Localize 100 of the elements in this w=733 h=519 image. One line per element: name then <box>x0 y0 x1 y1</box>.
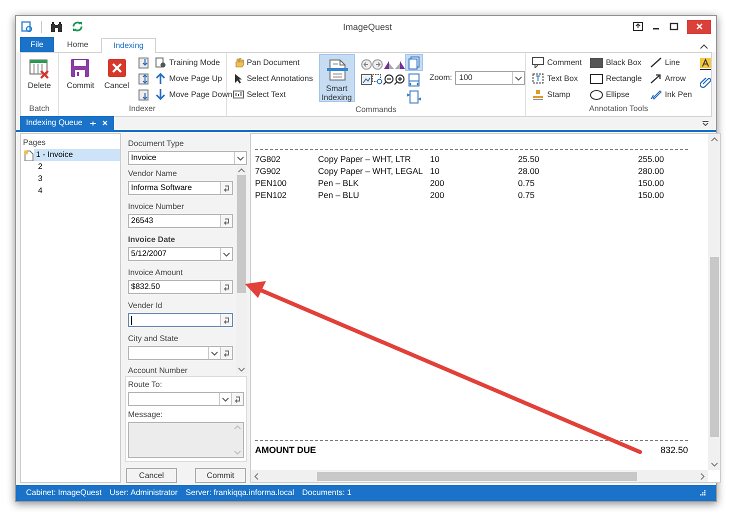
form-button[interactable]: Cancel <box>126 468 177 484</box>
document-text: 10 <box>430 165 440 178</box>
ribbon-button[interactable]: Rectangle <box>590 71 642 86</box>
reset-button[interactable] <box>220 347 232 360</box>
text-field[interactable]: $832.50 <box>128 280 233 294</box>
document-scan-icon <box>324 58 349 82</box>
chevron-up-icon[interactable] <box>238 168 245 174</box>
rotate-left-icon[interactable] <box>382 59 395 70</box>
text-field[interactable]: 26543 <box>128 214 233 228</box>
chevron-down-icon[interactable] <box>710 462 718 468</box>
chevron-down-icon <box>234 450 241 456</box>
document-text: 7G802 <box>255 153 282 166</box>
pointer-icon <box>232 73 244 84</box>
dropdown-field[interactable]: Invoice <box>128 151 247 166</box>
document-text: 200 <box>430 189 446 202</box>
ribbon-button[interactable]: Move Page Up <box>155 71 232 86</box>
ribbon-button[interactable]: Text Box <box>532 71 582 86</box>
chevron-up-icon[interactable] <box>710 137 718 142</box>
reset-button[interactable] <box>220 182 232 194</box>
ribbon-tab[interactable]: File <box>20 37 54 52</box>
ribbon-tab[interactable]: Indexing <box>101 38 156 54</box>
maximize-icon[interactable] <box>669 22 679 32</box>
vertical-scrollbar[interactable] <box>708 134 720 470</box>
status-text: Server: frankiqqa.informa.local <box>186 487 294 500</box>
rotate-right-icon[interactable] <box>394 59 406 70</box>
zoom-dropdown[interactable]: 100 <box>455 71 526 86</box>
dropdown-button[interactable] <box>220 248 232 260</box>
highlight-text-icon[interactable] <box>700 58 711 70</box>
reset-button[interactable] <box>220 314 232 326</box>
status-text: Documents: 1 <box>302 487 352 500</box>
ribbon-display-icon[interactable] <box>633 22 643 32</box>
page-item[interactable]: 2 <box>36 161 44 174</box>
rectangle-icon <box>590 74 603 84</box>
zoom-region-icon[interactable] <box>360 74 372 86</box>
dropdown-field[interactable]: 5/12/2007 <box>128 247 233 262</box>
document-text: 200 <box>430 177 446 190</box>
document-text: 0.75 <box>518 177 536 190</box>
ribbon-button[interactable]: Select Annotations <box>232 71 313 86</box>
ribbon-tab[interactable]: Home <box>56 37 100 52</box>
close-button[interactable] <box>687 20 711 34</box>
ribbon-button[interactable]: Arrow <box>650 71 692 86</box>
page-updown-icon[interactable] <box>138 73 150 86</box>
text-field[interactable] <box>128 313 233 328</box>
ribbon-button[interactable]: Ellipse <box>590 87 642 102</box>
dropdown-field[interactable] <box>128 346 233 360</box>
reset-button[interactable] <box>231 393 243 406</box>
ribbon-button[interactable]: Stamp <box>532 87 582 102</box>
horizontal-scrollbar[interactable] <box>251 470 708 482</box>
delete-button[interactable]: Delete <box>24 53 55 102</box>
vertical-scrollbar[interactable] <box>236 166 247 374</box>
dropdown-button[interactable] <box>234 152 246 164</box>
document-text: Pen – BLK <box>318 177 360 190</box>
arrow-icon <box>650 73 662 84</box>
commit-button[interactable]: Commit <box>62 53 98 102</box>
zoom-out-icon[interactable] <box>382 74 394 86</box>
ribbon-button[interactable]: Move Page Down <box>155 87 232 102</box>
group-label: Indexer <box>128 104 157 116</box>
page-item[interactable]: 1 - Invoice <box>34 149 120 162</box>
ribbon-button[interactable]: Black Box <box>590 55 642 70</box>
chevron-down-icon <box>237 156 244 161</box>
pin-icon[interactable] <box>88 120 96 127</box>
field-label: Invoice Amount <box>128 268 184 278</box>
zoom-in-icon[interactable] <box>394 74 405 86</box>
line-icon <box>650 57 662 68</box>
chevron-left-icon[interactable] <box>254 472 259 480</box>
page-item[interactable]: 3 <box>36 173 44 186</box>
undo-icon <box>223 316 230 324</box>
zoom-rect-icon[interactable] <box>372 74 383 86</box>
collapse-ribbon-icon[interactable] <box>700 44 708 50</box>
arrow-down-icon <box>155 89 166 100</box>
text-field[interactable]: Informa Software <box>128 181 233 196</box>
ribbon-button[interactable]: Ink Pen <box>650 87 692 102</box>
refresh-icon[interactable] <box>71 20 84 34</box>
filled-rectangle-icon <box>590 58 603 68</box>
paperclip-icon[interactable] <box>700 76 711 88</box>
ribbon-button[interactable]: Select Text <box>232 87 313 102</box>
binoculars-icon[interactable] <box>50 20 63 33</box>
panel-menu-icon[interactable] <box>702 121 709 126</box>
undo-icon <box>223 350 230 357</box>
page-item[interactable]: 4 <box>36 185 44 198</box>
chevron-right-icon[interactable] <box>700 472 705 480</box>
text-cursor <box>131 316 132 325</box>
smart-button[interactable]: Smart Indexing <box>318 54 355 102</box>
ribbon-button[interactable]: Training Mode <box>155 55 232 70</box>
page-view-button[interactable] <box>405 88 424 106</box>
page-view-button[interactable] <box>405 54 424 72</box>
forward-circle-icon[interactable] <box>372 59 383 70</box>
close-icon[interactable] <box>102 120 108 126</box>
dock-tab[interactable]: Indexing Queue <box>20 116 114 130</box>
reset-button[interactable] <box>220 215 232 228</box>
back-circle-icon[interactable] <box>360 59 372 70</box>
dropdown-field[interactable] <box>128 392 244 406</box>
chevron-down-icon[interactable] <box>238 367 245 372</box>
ribbon-button[interactable]: Line <box>650 55 692 70</box>
ribbon-button[interactable]: Pan Document <box>232 55 313 70</box>
form-button[interactable]: Commit <box>195 468 246 484</box>
cancel-button[interactable]: Cancel <box>100 53 134 102</box>
search-icon[interactable] <box>21 20 33 33</box>
reset-button[interactable] <box>220 281 232 294</box>
ribbon-button[interactable]: Comment <box>532 55 582 70</box>
